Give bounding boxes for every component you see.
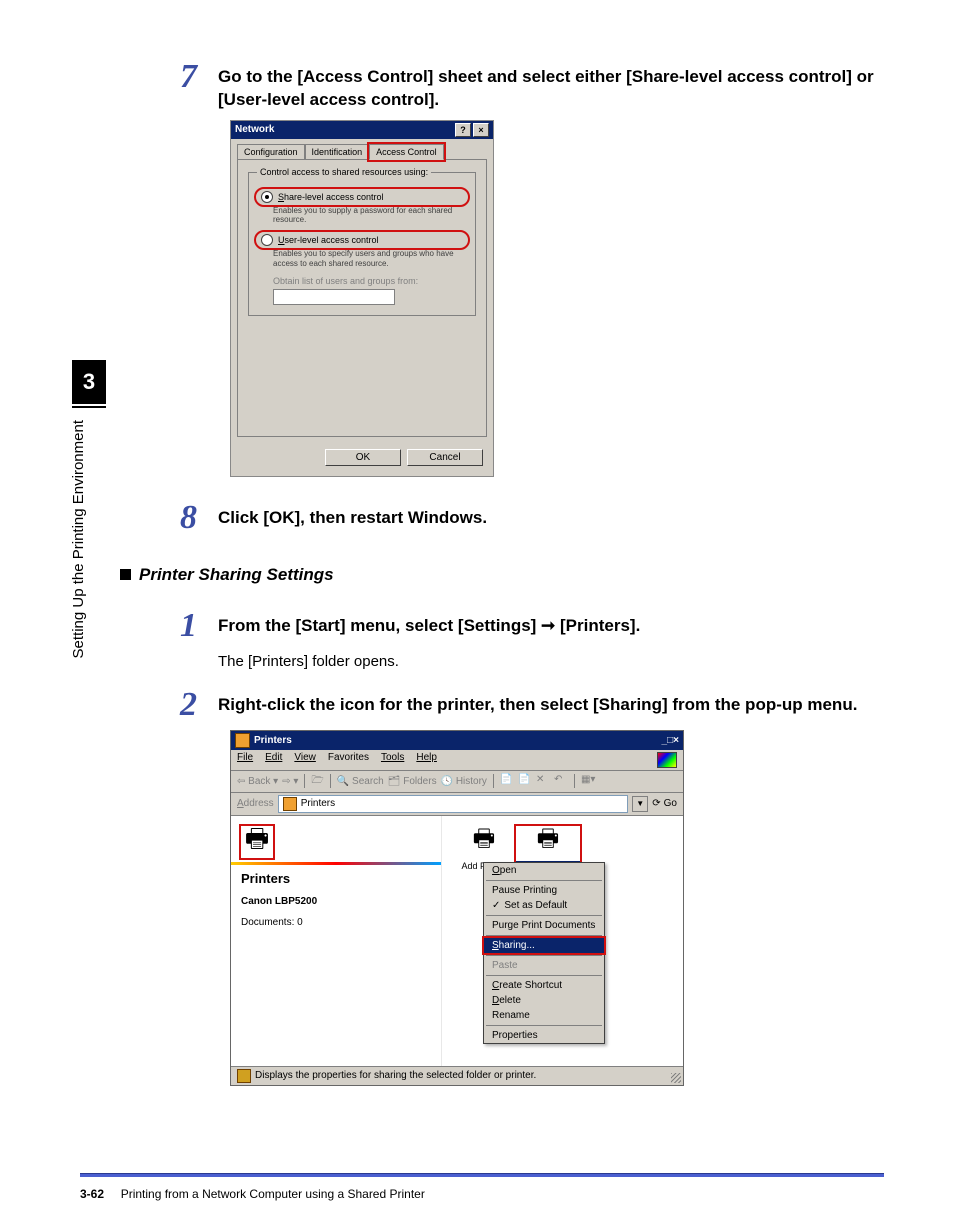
ctx-pause[interactable]: Pause Printing (484, 883, 604, 898)
ctx-properties[interactable]: Properties (484, 1028, 604, 1043)
close-button[interactable]: × (673, 735, 679, 746)
forward-button[interactable]: ⇨ ▾ (282, 776, 298, 787)
status-icon (237, 1069, 251, 1083)
windows-logo-icon (657, 752, 677, 768)
chapter-side-label: Setting Up the Printing Environment (70, 420, 87, 658)
page-number: 3-62 (80, 1187, 104, 1201)
radio-icon (261, 191, 273, 203)
cancel-button[interactable]: Cancel (407, 449, 483, 466)
toolbar: ⇦ Back ▾ ⇨ ▾ 🗁 🔍 Search 🗂 Folders 🕓 Hist… (231, 771, 683, 793)
chapter-tab: 3 (72, 360, 106, 404)
obtain-field[interactable] (273, 289, 395, 305)
folder-icon (283, 797, 297, 811)
close-button[interactable]: × (473, 123, 489, 137)
menu-file[interactable]: File (237, 752, 253, 768)
menu-view[interactable]: View (294, 752, 316, 768)
section-heading: Printer Sharing Settings (120, 565, 884, 585)
views-icon[interactable]: ▦▾ (581, 774, 595, 788)
left-title: Printers (241, 871, 431, 886)
address-field[interactable]: Printers (278, 795, 629, 813)
status-text: Displays the properties for sharing the … (255, 1070, 536, 1081)
undo-icon[interactable]: ↶ (554, 774, 568, 788)
up-button[interactable]: 🗁 (311, 773, 323, 790)
move-to-icon[interactable]: 📄 (500, 774, 514, 788)
footer-text: Printing from a Network Computer using a… (121, 1187, 425, 1201)
step-title: From the [Start] menu, select [Settings]… (218, 615, 640, 638)
back-button[interactable]: ⇦ Back ▾ (237, 776, 278, 787)
documents-count: Documents: 0 (241, 917, 431, 928)
bullet-icon (120, 569, 131, 580)
radio-share-level[interactable]: Share-level access control (257, 190, 467, 204)
radio-label: Share-level access control (278, 192, 384, 202)
page-footer: 3-62 Printing from a Network Computer us… (80, 1187, 884, 1201)
dialog-titlebar: Network ? × (231, 121, 493, 139)
ctx-paste: Paste (484, 958, 604, 973)
ctx-shortcut[interactable]: Create Shortcut (484, 978, 604, 993)
tab-access-control[interactable]: Access Control (369, 144, 444, 160)
window-titlebar: Printers _ □ × (231, 731, 683, 750)
context-menu: Open Pause Printing Set as Default Purge… (483, 862, 605, 1044)
help-button[interactable]: ? (455, 123, 471, 137)
step-body: The [Printers] folder opens. (218, 653, 884, 670)
address-value: Printers (301, 798, 335, 809)
window-title: Printers (254, 735, 662, 746)
obtain-label: Obtain list of users and groups from: (273, 276, 467, 286)
step-number: 2 (180, 688, 202, 722)
section-heading-text: Printer Sharing Settings (139, 565, 334, 585)
statusbar: Displays the properties for sharing the … (231, 1066, 683, 1085)
address-label: Address (237, 798, 274, 809)
access-groupbox: Control access to shared resources using… (248, 172, 476, 316)
step-title: Right-click the icon for the printer, th… (218, 694, 857, 717)
menu-favorites[interactable]: Favorites (328, 752, 369, 768)
menu-help[interactable]: Help (416, 752, 437, 768)
ctx-set-default[interactable]: Set as Default (484, 898, 604, 913)
radio-desc: Enables you to supply a password for eac… (273, 206, 467, 225)
ctx-delete[interactable]: Delete (484, 993, 604, 1008)
delete-icon[interactable]: ✕ (536, 774, 550, 788)
resize-grip-icon[interactable] (671, 1073, 681, 1083)
group-legend: Control access to shared resources using… (257, 167, 431, 177)
history-button[interactable]: 🕓 History (441, 776, 487, 787)
ctx-rename[interactable]: Rename (484, 1008, 604, 1023)
radio-user-level[interactable]: User-level access control (257, 233, 467, 247)
menubar: File Edit View Favorites Tools Help (231, 750, 683, 771)
footer-rule (80, 1173, 884, 1177)
icon-view: 🖶 Add Printer 🖶 Canon LBP5200 Open Pause… (442, 816, 683, 1066)
step-number: 7 (180, 60, 202, 94)
tab-configuration[interactable]: Configuration (237, 144, 305, 160)
step-title: Click [OK], then restart Windows. (218, 507, 487, 530)
tab-identification[interactable]: Identification (305, 144, 370, 160)
folders-button[interactable]: 🗂 Folders (388, 776, 437, 787)
menu-edit[interactable]: Edit (265, 752, 282, 768)
printers-folder-large-icon: 🖶 (241, 826, 273, 858)
menu-tools[interactable]: Tools (381, 752, 404, 768)
step-number: 8 (180, 501, 202, 535)
dialog-title: Network (235, 124, 453, 135)
left-panel: 🖶 Printers Canon LBP5200 Documents: 0 (231, 816, 442, 1066)
step-title: Go to the [Access Control] sheet and sel… (218, 66, 884, 112)
search-button[interactable]: 🔍 Search (337, 776, 384, 787)
ctx-open[interactable]: Open (484, 863, 604, 878)
radio-label: User-level access control (278, 235, 379, 245)
selected-printer-name: Canon LBP5200 (241, 896, 431, 907)
radio-icon (261, 234, 273, 246)
printers-window: Printers _ □ × File Edit View Favorites … (230, 730, 684, 1086)
ctx-sharing[interactable]: Sharing... (484, 938, 604, 953)
step-number: 1 (180, 609, 202, 643)
go-button[interactable]: ⟳ Go (652, 798, 677, 809)
ctx-purge[interactable]: Purge Print Documents (484, 918, 604, 933)
ok-button[interactable]: OK (325, 449, 401, 466)
address-dropdown-icon[interactable]: ▼ (632, 796, 648, 812)
printers-folder-icon (235, 733, 250, 748)
address-bar: Address Printers ▼ ⟳ Go (231, 793, 683, 816)
copy-to-icon[interactable]: 📄 (518, 774, 532, 788)
radio-desc: Enables you to specify users and groups … (273, 249, 467, 268)
network-dialog: Network ? × Configuration Identification… (230, 120, 494, 477)
